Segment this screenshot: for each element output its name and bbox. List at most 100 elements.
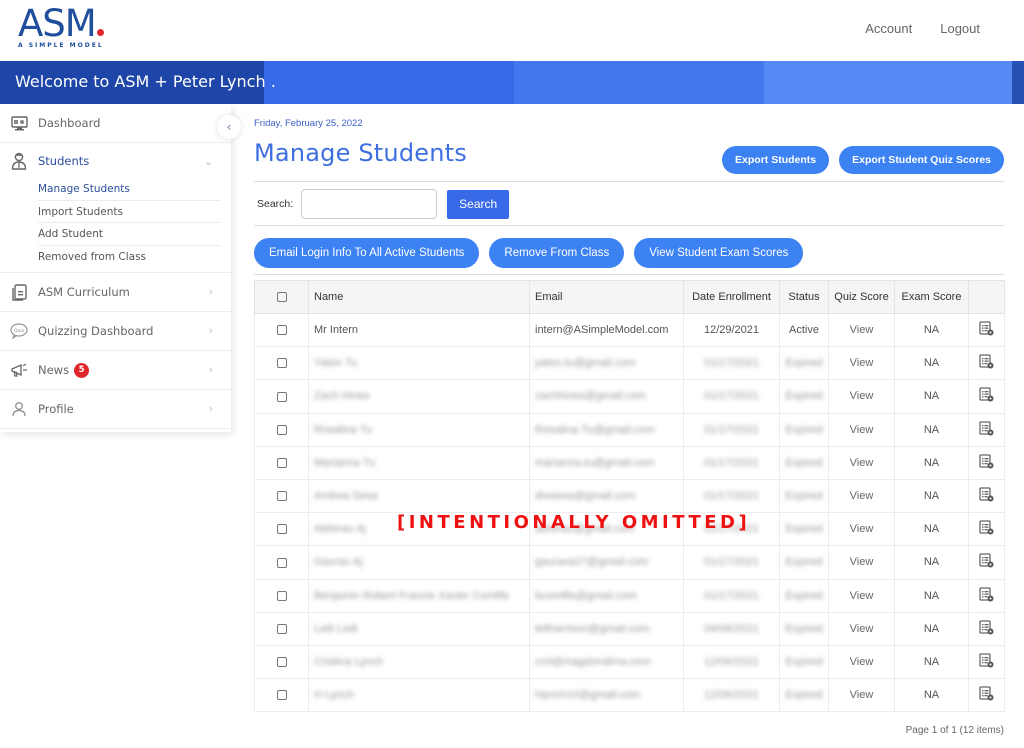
report-settings-icon[interactable] (979, 487, 994, 505)
select-all-checkbox[interactable] (276, 292, 287, 303)
report-settings-icon[interactable] (979, 520, 994, 538)
report-settings-icon[interactable] (979, 586, 994, 605)
chevron-left-icon: ‹ (226, 120, 232, 134)
column-header-actions (968, 280, 1005, 314)
email-login-info-button[interactable]: Email Login Info To All Active Students (254, 238, 480, 268)
exam-score-cell: NA (894, 644, 969, 680)
row-action-cell (968, 412, 1005, 447)
user-icon (10, 400, 28, 418)
row-checkbox[interactable] (276, 690, 287, 701)
view-quiz-score-link[interactable]: View (850, 656, 874, 668)
view-quiz-score-link[interactable]: View (850, 590, 874, 602)
chevron-down-icon: ⌄ (203, 155, 213, 168)
row-checkbox[interactable] (276, 424, 287, 435)
search-button[interactable]: Search (447, 189, 510, 219)
sidebar-item-asm-curriculum[interactable]: ASM Curriculum › (0, 273, 231, 312)
report-settings-icon[interactable] (979, 553, 994, 571)
row-checkbox[interactable] (276, 457, 287, 468)
view-quiz-score-link[interactable]: View (850, 390, 874, 402)
enrollment-date: 12/29/2021 (683, 312, 780, 348)
view-quiz-score-link[interactable]: View (850, 324, 874, 336)
sidebar-item-quizzing-dashboard[interactable]: Quiz Quizzing Dashboard › (0, 312, 231, 351)
student-name: Yaton Tu (308, 346, 530, 381)
view-quiz-score-link[interactable]: View (850, 490, 874, 502)
submenu-manage-students[interactable]: Manage Students (38, 178, 221, 201)
view-quiz-score-link[interactable]: View (850, 457, 874, 469)
report-settings-icon[interactable] (979, 354, 994, 372)
row-checkbox[interactable] (276, 524, 287, 535)
sidebar-item-news[interactable]: News 5 › (0, 351, 231, 390)
enrollment-date: 01/17/2021 (683, 478, 780, 514)
student-name: Leili Lodi (308, 611, 530, 646)
export-quiz-scores-button[interactable]: Export Student Quiz Scores (839, 146, 1004, 174)
row-select-cell (254, 545, 309, 580)
quiz-score-cell: View (828, 611, 895, 646)
sidebar: Dashboard Students ⌄ Manage Students Imp… (0, 104, 231, 432)
exam-score-cell: NA (894, 412, 969, 447)
view-quiz-score-link[interactable]: View (850, 523, 874, 535)
row-checkbox[interactable] (276, 557, 287, 568)
view-quiz-score-link[interactable]: View (850, 424, 874, 436)
row-checkbox[interactable] (276, 590, 287, 601)
student-name: Gaurav Aj (308, 545, 530, 580)
redaction-label: [INTENTIONALLY OMITTED] (397, 512, 751, 533)
row-checkbox[interactable] (276, 623, 287, 634)
row-checkbox[interactable] (276, 325, 287, 336)
divider (254, 181, 1004, 182)
view-quiz-score-link[interactable]: View (850, 357, 874, 369)
table-row: Rosalina Tu Rosalina.Tu@gmail.com 01/17/20… (254, 412, 1005, 447)
row-action-cell (968, 578, 1005, 613)
row-checkbox[interactable] (276, 358, 287, 369)
column-header-quiz-score[interactable]: Quiz Score (828, 280, 895, 314)
view-quiz-score-link[interactable]: View (850, 556, 874, 568)
table-row: Mr Intern intern@ASimpleModel.com 12/29/20… (254, 312, 1005, 348)
row-checkbox[interactable] (276, 391, 287, 402)
report-settings-icon[interactable] (979, 421, 994, 439)
student-name: H Lynch (308, 678, 530, 713)
row-select-cell (254, 678, 309, 713)
report-settings-icon[interactable] (979, 387, 994, 405)
remove-from-class-button[interactable]: Remove From Class (489, 238, 625, 268)
report-settings-icon[interactable] (979, 620, 994, 638)
submenu-removed-from-class[interactable]: Removed from Class (38, 246, 221, 269)
row-select-cell (254, 312, 309, 348)
account-link[interactable]: Account (865, 21, 912, 36)
view-quiz-score-link[interactable]: View (850, 689, 874, 701)
submenu-import-students[interactable]: Import Students (38, 201, 221, 223)
report-settings-icon[interactable] (979, 653, 994, 671)
view-exam-scores-button[interactable]: View Student Exam Scores (634, 238, 804, 268)
column-header-email[interactable]: Email (529, 280, 684, 314)
news-count-badge: 5 (74, 362, 90, 378)
exam-score-cell: NA (894, 379, 969, 414)
search-input[interactable] (301, 189, 438, 219)
column-header-status[interactable]: Status (779, 280, 829, 314)
chevron-right-icon: › (208, 363, 213, 376)
report-settings-icon[interactable] (979, 686, 994, 704)
quiz-score-cell: View (828, 644, 895, 680)
submenu-add-student[interactable]: Add Student (38, 223, 221, 246)
row-select-cell (254, 346, 309, 381)
megaphone-icon (10, 361, 28, 379)
logo-tagline: A SIMPLE MODEL (18, 42, 104, 49)
column-header-name[interactable]: Name (308, 280, 530, 314)
collapse-sidebar-button[interactable]: ‹ (217, 115, 241, 139)
row-checkbox[interactable] (276, 491, 287, 502)
table-header-row: Name Email Date Enrollment Status Quiz S… (254, 280, 1005, 314)
row-checkbox[interactable] (276, 657, 287, 668)
report-settings-icon[interactable] (979, 454, 994, 472)
sidebar-item-students[interactable]: Students ⌄ (0, 143, 231, 178)
column-header-exam-score[interactable]: Exam Score (894, 280, 969, 314)
status-cell: Expired (779, 445, 829, 480)
report-settings-icon[interactable] (979, 321, 994, 339)
chevron-right-icon: › (208, 324, 213, 337)
logout-link[interactable]: Logout (940, 21, 980, 36)
export-students-button[interactable]: Export Students (722, 146, 830, 174)
view-quiz-score-link[interactable]: View (850, 623, 874, 635)
chevron-right-icon: › (208, 402, 213, 415)
quiz-bubble-icon: Quiz (10, 322, 28, 340)
asm-logo[interactable]: ASM A SIMPLE MODEL (18, 4, 128, 54)
sidebar-item-profile[interactable]: Profile › (0, 390, 231, 429)
sidebar-item-label: ASM Curriculum (38, 285, 130, 299)
column-header-date-enrollment[interactable]: Date Enrollment (683, 280, 780, 314)
sidebar-item-dashboard[interactable]: Dashboard (0, 104, 231, 143)
